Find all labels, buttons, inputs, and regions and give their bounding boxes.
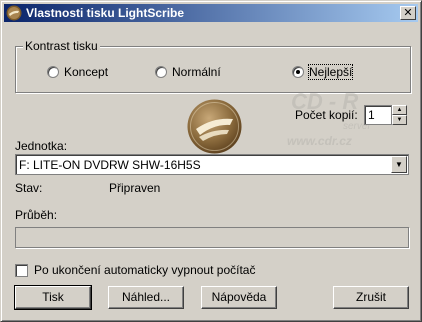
radio-normal-label: Normální xyxy=(172,65,221,79)
status-label: Stav: xyxy=(15,181,43,195)
copies-label: Počet kopií: xyxy=(295,108,358,122)
preview-button[interactable]: Náhled... xyxy=(108,286,184,309)
drive-select[interactable]: F: LITE-ON DVDRW SHW-16H5S ▼ xyxy=(15,154,409,175)
drive-label: Jednotka: xyxy=(15,139,68,153)
progress-label: Průběh: xyxy=(15,208,58,222)
help-button[interactable]: Nápověda xyxy=(201,286,277,309)
close-button[interactable]: ✕ xyxy=(400,6,416,20)
lightscribe-disc-logo xyxy=(187,99,242,154)
auto-shutdown-checkbox[interactable]: Po ukončení automaticky vypnout počítač xyxy=(15,263,255,277)
checkbox-box-icon[interactable] xyxy=(15,263,28,277)
window-title: Vlastnosti tisku LightScribe xyxy=(26,6,185,20)
copies-spinner: ▲ ▼ xyxy=(392,105,407,125)
radio-best-label: Nejlepší xyxy=(307,64,354,80)
radio-concept[interactable]: Koncept xyxy=(47,65,108,79)
contrast-group: Kontrast tisku Koncept Normální Nejlepší xyxy=(15,39,411,93)
contrast-legend: Kontrast tisku xyxy=(23,39,100,53)
spin-up-icon[interactable]: ▲ xyxy=(392,105,407,115)
title-bar[interactable]: Vlastnosti tisku LightScribe ✕ xyxy=(4,4,418,22)
watermark-line3: www.cdr.cz xyxy=(287,134,352,148)
radio-circle-icon[interactable] xyxy=(47,66,59,78)
status-value: Připraven xyxy=(109,181,161,195)
radio-circle-icon[interactable] xyxy=(155,66,167,78)
radio-checked-icon[interactable] xyxy=(292,66,304,78)
progress-bar xyxy=(15,227,409,248)
radio-concept-label: Koncept xyxy=(64,65,109,79)
radio-best[interactable]: Nejlepší xyxy=(292,64,354,80)
spin-down-icon[interactable]: ▼ xyxy=(392,115,407,125)
auto-shutdown-label: Po ukončení automaticky vypnout počítač xyxy=(34,263,256,277)
chevron-down-icon[interactable]: ▼ xyxy=(391,156,407,173)
print-properties-dialog: Vlastnosti tisku LightScribe ✕ Kontrast … xyxy=(0,0,422,322)
print-button[interactable]: Tisk xyxy=(14,285,92,310)
drive-value: F: LITE-ON DVDRW SHW-16H5S xyxy=(19,158,201,172)
copies-input[interactable]: 1 xyxy=(364,105,392,125)
cancel-button[interactable]: Zrušit xyxy=(333,286,409,309)
radio-normal[interactable]: Normální xyxy=(155,65,221,79)
lightscribe-logo-icon xyxy=(6,5,22,21)
